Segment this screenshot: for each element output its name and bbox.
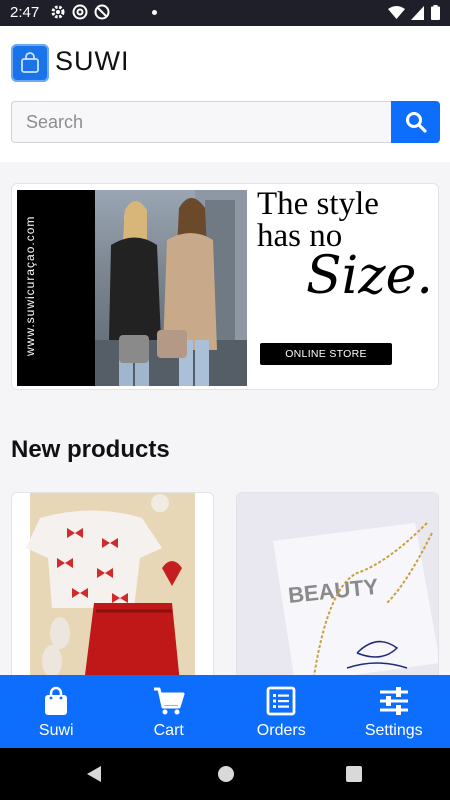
product-card[interactable]	[11, 492, 214, 682]
product-image-outfit	[26, 493, 195, 681]
product-card[interactable]: BEAUTY	[236, 492, 439, 682]
nav-label-orders: Orders	[256, 722, 306, 739]
app-header: SUWI	[0, 26, 450, 162]
status-bar: 2:47	[0, 0, 450, 26]
settings-gear-icon	[51, 5, 65, 19]
status-time: 2:47	[10, 4, 40, 21]
nav-label-cart: Cart	[153, 722, 184, 739]
home-icon[interactable]	[217, 765, 235, 783]
nav-label-suwi: Suwi	[38, 722, 74, 739]
search-input[interactable]	[11, 101, 391, 143]
nav-item-cart[interactable]: Cart	[113, 675, 226, 748]
at-sign-icon	[72, 4, 88, 20]
banner-headline-line1: The style	[257, 186, 379, 222]
online-store-button[interactable]: ONLINE STORE	[260, 343, 392, 365]
nav-label-settings: Settings	[364, 722, 423, 739]
banner-script-word: Size.	[306, 246, 433, 306]
product-image-necklace: BEAUTY	[237, 493, 438, 681]
new-products-title: New products	[11, 436, 170, 463]
battery-icon	[431, 5, 440, 20]
wifi-icon	[388, 5, 405, 19]
list-icon	[266, 686, 296, 716]
sliders-icon	[379, 687, 408, 715]
cart-icon	[153, 687, 185, 715]
nav-item-suwi[interactable]: Suwi	[0, 675, 113, 748]
recents-icon[interactable]	[346, 766, 362, 782]
brand-name: SUWI	[55, 46, 130, 76]
back-icon[interactable]	[86, 765, 102, 783]
promo-banner[interactable]: www.suwicuraçao.com The style has no Siz…	[11, 183, 439, 390]
status-dot	[152, 10, 157, 15]
banner-headline: The style has no	[257, 186, 379, 253]
logo-bag-icon	[11, 44, 49, 82]
nav-item-orders[interactable]: Orders	[225, 675, 338, 748]
status-system-icons	[388, 5, 440, 20]
nav-item-settings[interactable]: Settings	[338, 675, 450, 748]
banner-models-image	[95, 190, 247, 386]
bag-icon	[45, 686, 68, 715]
status-notification-icons	[50, 4, 110, 20]
banner-side-panel: www.suwicuraçao.com	[17, 190, 95, 386]
blocked-icon	[94, 4, 110, 20]
search-icon	[405, 112, 427, 133]
bottom-navigation: Suwi Cart Orders Settings	[0, 675, 450, 748]
signal-icon	[411, 5, 424, 20]
system-navigation-bar	[0, 748, 450, 800]
banner-url-text: www.suwicuraçao.com	[23, 215, 37, 356]
search-button[interactable]	[391, 101, 440, 143]
